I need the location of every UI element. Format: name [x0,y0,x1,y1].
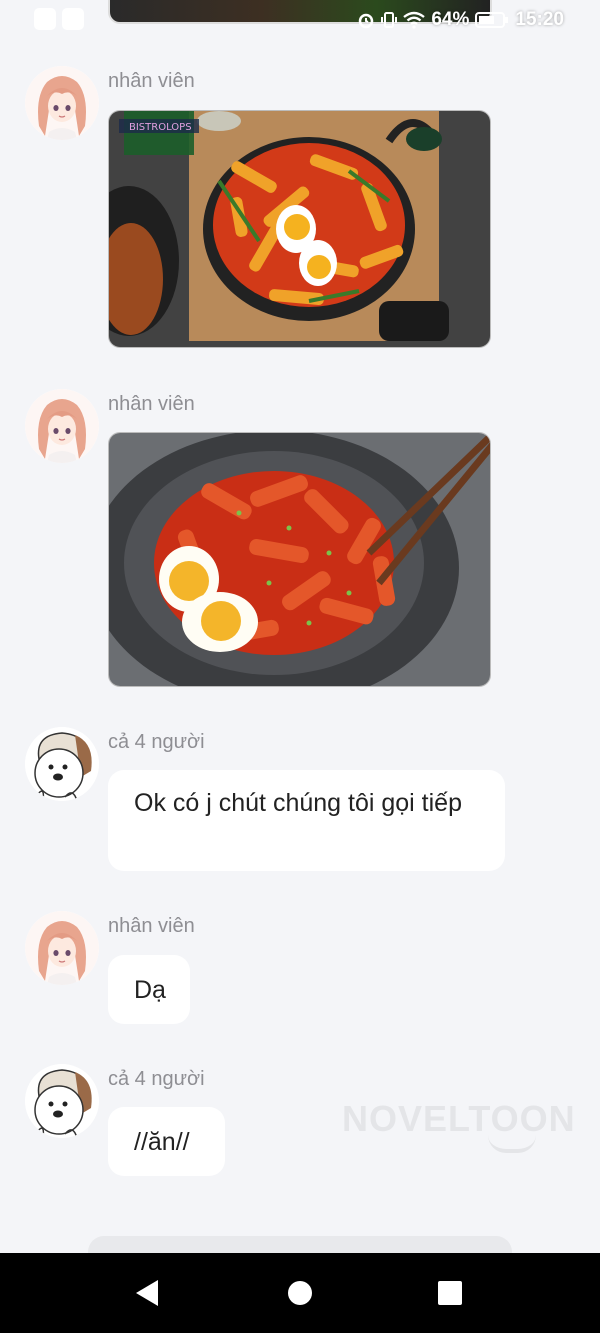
home-icon [288,1281,312,1305]
status-notification-icons [34,8,84,30]
sender-name: cả 4 người [108,731,205,753]
battery-icon [475,12,509,28]
sender-name: nhân viên [108,393,195,415]
vibrate-icon [381,12,398,28]
photo-overlay-label: BISTROLOPS [129,122,192,133]
staff-avatar-icon [25,66,99,140]
back-button[interactable] [128,1273,168,1313]
tteokbokki-bowl-image [109,433,490,686]
back-icon [136,1280,158,1306]
avatar[interactable] [25,389,99,463]
group-avatar-icon [25,727,99,801]
noveltoon-watermark: NOVELTOON [342,1098,576,1139]
image-message-tteokbokki-pan[interactable]: BISTROLOPS [108,110,491,348]
watermark-smile-icon [488,1135,536,1153]
recents-icon [438,1281,462,1305]
sender-name: cả 4 người [108,1068,205,1090]
recents-button[interactable] [430,1273,470,1313]
notification-icon [34,8,56,30]
image-message-tteokbokki-bowl[interactable] [108,432,491,687]
wifi-icon [403,11,426,29]
tteokbokki-pan-image: BISTROLOPS [109,111,490,347]
avatar[interactable] [25,66,99,140]
sender-name: nhân viên [108,915,195,937]
home-button[interactable] [280,1273,320,1313]
avatar[interactable] [25,1064,99,1138]
text-message-bubble[interactable]: Dạ [108,955,190,1024]
staff-avatar-icon [25,389,99,463]
text-message-bubble[interactable]: Ok có j chút chúng tôi gọi tiếp [108,770,505,871]
avatar[interactable] [25,727,99,801]
staff-avatar-icon [25,911,99,985]
status-indicators: 64% 15:20 [357,9,564,31]
avatar[interactable] [25,911,99,985]
battery-percent: 64% [431,9,470,30]
group-avatar-icon [25,1064,99,1138]
clock: 15:20 [515,9,564,30]
status-bar: 64% 15:20 [0,0,600,40]
notification-icon [62,8,84,30]
alarm-icon [359,13,374,29]
sender-name: nhân viên [108,70,195,92]
text-message-bubble[interactable]: //ăn// [108,1107,225,1176]
navigation-bar [0,1253,600,1333]
